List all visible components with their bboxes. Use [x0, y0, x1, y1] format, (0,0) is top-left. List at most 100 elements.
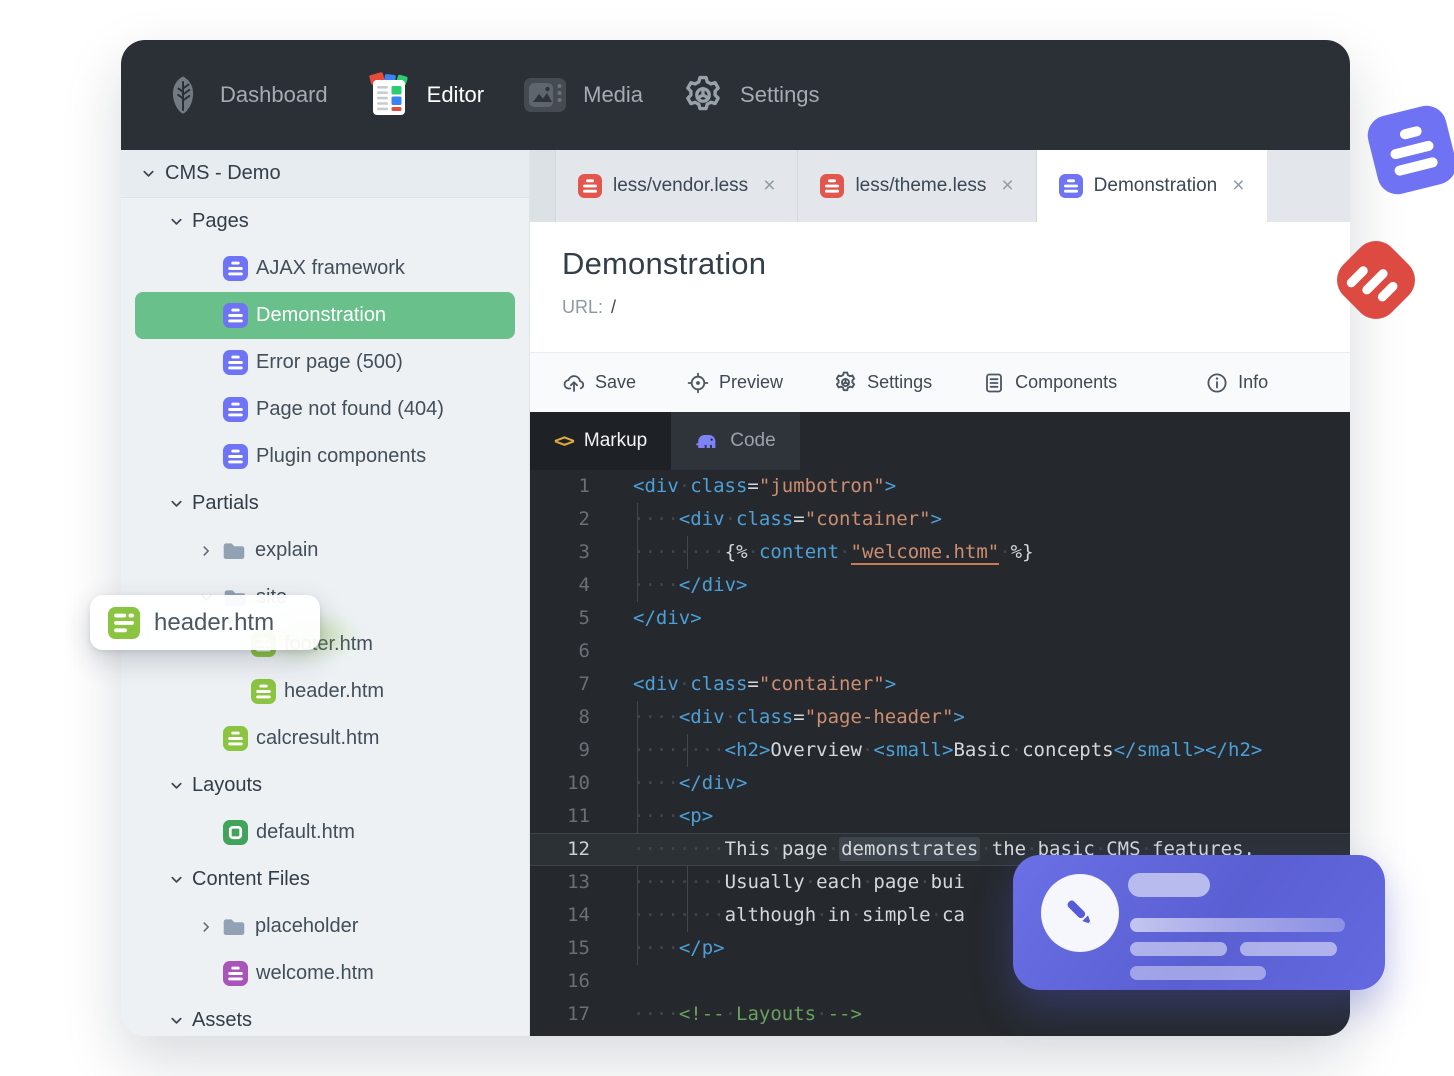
- line-number: 8: [578, 706, 590, 728]
- tabbar-spacer: [530, 150, 556, 222]
- chevron-down-icon: [141, 166, 156, 181]
- sidebar-section-partials[interactable]: Partials: [121, 480, 529, 527]
- layout-icon: [223, 820, 248, 845]
- sidebar-item-demonstration[interactable]: Demonstration: [135, 292, 515, 339]
- tab-less-vendor-less[interactable]: less/vendor.less ×: [556, 150, 799, 222]
- nav-item-editor[interactable]: Editor: [366, 72, 484, 118]
- line-number: 14: [567, 904, 590, 926]
- tab-demonstration[interactable]: Demonstration ×: [1036, 150, 1267, 222]
- document-icon: [223, 961, 248, 986]
- sidebar-item-default-htm[interactable]: default.htm: [121, 809, 529, 856]
- components-icon: [982, 371, 1006, 395]
- info-icon: [1205, 371, 1229, 395]
- sidebar-section-layouts[interactable]: Layouts: [121, 762, 529, 809]
- sidebar-item-header-htm[interactable]: header.htm: [121, 668, 529, 715]
- line-number: 13: [567, 871, 590, 893]
- document-icon: [223, 444, 248, 469]
- code-line[interactable]: 5 </div>: [530, 602, 1350, 635]
- document-header: Demonstration URL: /: [530, 222, 1350, 352]
- edit-note-card: [1013, 855, 1385, 990]
- document-icon: [223, 256, 248, 281]
- close-tab-icon[interactable]: ×: [1001, 174, 1013, 198]
- document-icon: [820, 174, 845, 198]
- php-elephant-icon: [695, 429, 719, 453]
- line-number: 3: [578, 541, 590, 563]
- document-icon: [223, 350, 248, 375]
- nav-item-dashboard[interactable]: Dashboard: [161, 73, 328, 117]
- pencil-icon: [1067, 900, 1092, 925]
- document-icon: [578, 174, 602, 198]
- sidebar-folder-explain[interactable]: explain: [121, 527, 529, 574]
- sidebar-item-plugin-components[interactable]: Plugin components: [121, 433, 529, 480]
- drag-ghost-card[interactable]: header.htm: [90, 595, 320, 650]
- preview-button[interactable]: Preview: [686, 371, 783, 395]
- line-number: 10: [567, 772, 590, 794]
- code-line[interactable]: 1 <div·class="jumbotron">: [530, 470, 1350, 503]
- line-number: 7: [578, 673, 590, 695]
- code-line[interactable]: 4 ····</div>: [530, 569, 1350, 602]
- sidebar-item-welcome-htm[interactable]: welcome.htm: [121, 950, 529, 997]
- code-line[interactable]: 18····<h2>Layouts</h2>: [530, 1031, 1350, 1036]
- code-line[interactable]: 8 ····<div·class="page-header">: [530, 701, 1350, 734]
- save-button[interactable]: Save: [562, 371, 636, 395]
- code-line[interactable]: 3 ········{%·content·"welcome.htm"·%}: [530, 536, 1350, 569]
- sidebar-header[interactable]: CMS - Demo: [121, 150, 529, 198]
- document-icon: [223, 397, 248, 422]
- code-line[interactable]: 2 ····<div·class="container">: [530, 503, 1350, 536]
- sidebar-item-error-page-500[interactable]: Error page (500): [121, 339, 529, 386]
- line-number: 18: [530, 1031, 590, 1036]
- info-button[interactable]: Info: [1205, 371, 1268, 395]
- pencil-badge: [1041, 874, 1119, 952]
- leaf-icon: [161, 73, 205, 117]
- partial-doc-icon: [108, 606, 140, 639]
- url-value: /: [611, 297, 617, 317]
- settings-button[interactable]: Settings: [833, 370, 932, 395]
- nav-item-media[interactable]: Media: [522, 72, 643, 118]
- sidebar-item-page-not-found-404[interactable]: Page not found (404): [121, 386, 529, 433]
- line-number: 11: [567, 805, 590, 827]
- editor-tab-markup[interactable]: <> Markup: [530, 412, 672, 470]
- skeleton-line: [1240, 942, 1337, 956]
- close-tab-icon[interactable]: ×: [1232, 174, 1244, 198]
- nav-item-label: Editor: [426, 82, 485, 107]
- sidebar-section-assets[interactable]: Assets: [121, 997, 529, 1036]
- editor-tabbar: <> Markup Code: [530, 412, 1350, 470]
- line-number: 1: [578, 475, 590, 497]
- preview-target-icon: [686, 371, 710, 395]
- nav-item-label: Dashboard: [220, 82, 328, 107]
- code-line[interactable]: 11 ····<p>: [530, 800, 1350, 833]
- sidebar-section-content-files[interactable]: Content Files: [121, 856, 529, 903]
- document-icon: [1058, 174, 1083, 198]
- nav-item-settings[interactable]: Settings: [681, 73, 820, 117]
- chevron-down-icon: [169, 778, 184, 793]
- code-line[interactable]: 7 <div·class="container">: [530, 668, 1350, 701]
- code-line[interactable]: 17 ····<!--·Layouts·-->: [530, 998, 1350, 1031]
- editor-icon: [366, 72, 412, 118]
- code-line[interactable]: 9 ········<h2>Overview·<small>Basic·conce…: [530, 734, 1350, 767]
- components-button[interactable]: Components: [982, 371, 1117, 395]
- close-tab-icon[interactable]: ×: [763, 174, 775, 198]
- sidebar-item-ajax-framework[interactable]: AJAX framework: [121, 245, 529, 292]
- folder-icon: [221, 538, 247, 564]
- sidebar-section-pages[interactable]: Pages: [121, 198, 529, 245]
- sidebar-folder-placeholder[interactable]: placeholder: [121, 903, 529, 950]
- code-line[interactable]: 10 ····</div>: [530, 767, 1350, 800]
- line-number: 9: [578, 739, 590, 761]
- folder-icon: [221, 914, 247, 940]
- chevron-down-icon: [169, 1013, 184, 1028]
- skeleton-line: [1130, 966, 1266, 980]
- sidebar-header-label: CMS - Demo: [165, 162, 281, 184]
- editor-tab-code[interactable]: Code: [671, 412, 800, 470]
- tab-less-theme-less[interactable]: less/theme.less ×: [798, 150, 1037, 222]
- markup-brackets-icon: <>: [554, 430, 575, 452]
- sidebar-item-calcresult-htm[interactable]: calcresult.htm: [121, 715, 529, 762]
- page-title: Demonstration: [562, 246, 767, 281]
- document-icon: [251, 679, 276, 704]
- media-icon: [522, 72, 568, 118]
- decorative-page-icon: [1363, 101, 1454, 199]
- skeleton-line: [1130, 942, 1227, 956]
- skeleton-line: [1128, 873, 1210, 897]
- code-line[interactable]: 6: [530, 635, 1350, 668]
- sidebar: CMS - Demo Pages AJAX framework Demonstrat…: [121, 150, 530, 1036]
- chevron-down-icon: [169, 496, 184, 511]
